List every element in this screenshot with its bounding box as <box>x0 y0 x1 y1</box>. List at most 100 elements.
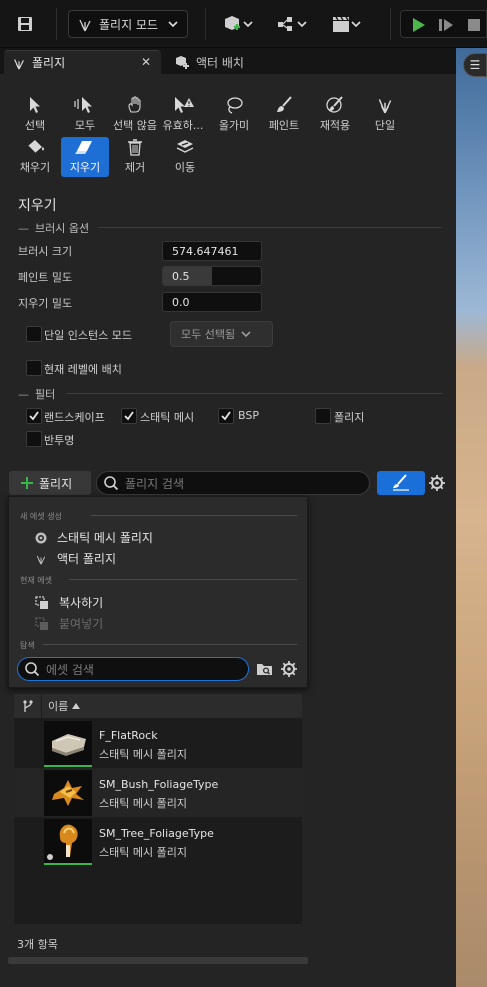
tool-reapply[interactable]: 재적용 <box>311 95 359 135</box>
tool-fill[interactable]: 채우기 <box>11 137 59 177</box>
group-label: 필터 <box>35 388 56 401</box>
save-button[interactable] <box>12 12 38 36</box>
tab-foliage[interactable]: 폴리지 ✕ <box>4 50 161 74</box>
place-current-level-checkbox[interactable] <box>26 360 42 376</box>
select-all-combo[interactable]: 모두 선택됨 <box>170 321 273 347</box>
filter-translucent-checkbox[interactable] <box>26 431 42 447</box>
foliage-settings-button[interactable] <box>428 474 446 495</box>
menu-divider <box>91 515 297 516</box>
paint-density-value: 0.5 <box>172 269 190 283</box>
tool-erase[interactable]: 지우기 <box>61 137 109 177</box>
mode-label: 폴리지 모드 <box>99 17 159 32</box>
invalid-select-icon <box>175 97 194 113</box>
tool-label: 선택 않음 <box>113 119 157 132</box>
tool-lasso[interactable]: 올가미 <box>210 95 258 135</box>
toolbar-divider <box>56 8 57 40</box>
tool-label: 이동 <box>174 161 196 174</box>
step-button[interactable] <box>435 14 457 36</box>
place-current-level-label: 현재 레벨에 배치 <box>44 363 122 376</box>
paint-brush-icon <box>277 96 292 112</box>
menu-item-label: 붙여넣기 <box>59 617 104 631</box>
filter-foliage-checkbox[interactable] <box>315 408 331 424</box>
close-tab-icon[interactable]: ✕ <box>141 55 151 69</box>
list-header: 이름 <box>14 694 302 718</box>
stop-button[interactable] <box>463 14 485 36</box>
menu-item-static-mesh-foliage[interactable]: 스태틱 메시 폴리지 <box>35 529 153 546</box>
paint-density-slider[interactable]: 0.5 <box>162 266 262 286</box>
cinematics-button[interactable] <box>326 12 366 36</box>
brush-size-input[interactable]: 574.647461 <box>162 241 262 261</box>
foliage-type-list: 이름 F_FlatRock 스태틱 메시 폴리지 SM_Bush_Foliage… <box>14 694 302 924</box>
add-foliage-button[interactable]: 폴리지 <box>9 471 91 495</box>
foliage-type: 스태틱 메시 폴리지 <box>99 846 187 859</box>
add-content-button[interactable] <box>218 12 258 36</box>
foliage-name: SM_Tree_FoliageType <box>99 827 214 840</box>
menu-divider <box>69 579 297 580</box>
tab-place-actors[interactable]: 액터 배치 <box>166 50 306 74</box>
tool-select[interactable]: 선택 <box>11 95 59 135</box>
name-column-header[interactable]: 이름 <box>42 698 81 714</box>
tool-label: 채우기 <box>19 161 51 174</box>
viewport-menu-button[interactable]: ☰ <box>463 53 487 77</box>
foliage-search-input[interactable]: 폴리지 검색 <box>96 471 370 495</box>
play-button[interactable] <box>407 14 429 36</box>
single-instance-checkbox[interactable] <box>26 326 42 342</box>
filter-header[interactable]: — 필터 <box>18 386 55 402</box>
brush-size-value: 574.647461 <box>172 244 239 258</box>
fill-bucket-icon <box>27 140 44 154</box>
foliage-icon <box>14 58 24 69</box>
tool-label: 유효하... <box>162 119 204 132</box>
browse-folder-button[interactable] <box>256 661 274 680</box>
play-controls <box>400 10 487 38</box>
menu-item-paste[interactable]: 붙여넣기 <box>35 615 103 632</box>
asset-picker-settings-button[interactable] <box>280 660 298 681</box>
item-count: 3개 항목 <box>17 938 58 951</box>
brush-options-header[interactable]: — 브러시 옵션 <box>18 220 89 236</box>
foliage-paint-settings-button[interactable] <box>377 471 425 495</box>
foliage-mode-icon <box>79 19 91 32</box>
filter-bsp-label: BSP <box>238 409 259 422</box>
tool-remove[interactable]: 제거 <box>111 137 159 177</box>
menu-section-header: 새 에셋 생성 <box>20 512 62 521</box>
paint-density-label: 페인트 밀도 <box>18 271 73 284</box>
filter-static-mesh-label: 스태틱 메시 <box>140 411 195 424</box>
erase-density-value: 0.0 <box>172 295 190 309</box>
level-viewport[interactable] <box>456 48 487 987</box>
blueprint-button[interactable] <box>272 12 312 36</box>
erase-density-slider[interactable]: 0.0 <box>162 292 262 312</box>
add-actor-icon <box>225 16 253 30</box>
tool-select-all[interactable]: 모두 <box>61 95 109 135</box>
menu-item-label: 복사하기 <box>59 596 104 610</box>
menu-item-copy[interactable]: 복사하기 <box>35 594 103 611</box>
asset-search-input[interactable]: 에셋 검색 <box>17 657 249 681</box>
foliage-type: 스태틱 메시 폴리지 <box>99 797 187 810</box>
add-foliage-label: 폴리지 <box>39 476 73 491</box>
active-column-header[interactable] <box>14 694 42 718</box>
filter-landscape-checkbox[interactable] <box>26 408 42 424</box>
tool-move[interactable]: 이동 <box>161 137 209 177</box>
mode-dropdown[interactable]: 폴리지 모드 <box>68 10 188 38</box>
tool-deselect[interactable]: 선택 않음 <box>111 95 159 135</box>
filter-bsp-checkbox[interactable] <box>218 408 234 424</box>
stop-icon <box>468 19 480 31</box>
erase-density-label: 지우기 밀도 <box>18 297 73 310</box>
tool-paint[interactable]: 페인트 <box>260 95 308 135</box>
filter-foliage-label: 폴리지 <box>334 411 365 424</box>
horizontal-scrollbar[interactable] <box>8 957 308 964</box>
sort-ascending-icon <box>72 703 81 709</box>
search-icon <box>104 476 119 491</box>
divider <box>98 227 442 228</box>
search-placeholder: 에셋 검색 <box>46 662 94 677</box>
filter-static-mesh-checkbox[interactable] <box>121 408 137 424</box>
gear-icon <box>281 661 297 677</box>
tool-select-invalid[interactable]: 유효하... <box>159 95 207 135</box>
list-item[interactable]: F_FlatRock 스태틱 메시 폴리지 <box>14 719 302 768</box>
combo-label: 모두 선택됨 <box>181 328 236 341</box>
select-all-icon <box>74 97 92 113</box>
bush-thumbnail-icon <box>52 780 84 806</box>
menu-item-actor-foliage[interactable]: 액터 폴리지 <box>35 550 116 567</box>
tool-single[interactable]: 단일 <box>361 95 409 135</box>
list-item[interactable]: SM_Bush_FoliageType 스태틱 메시 폴리지 <box>14 768 302 817</box>
collapse-icon: — <box>18 221 29 235</box>
list-item[interactable]: SM_Tree_FoliageType 스태틱 메시 폴리지 <box>14 817 302 866</box>
